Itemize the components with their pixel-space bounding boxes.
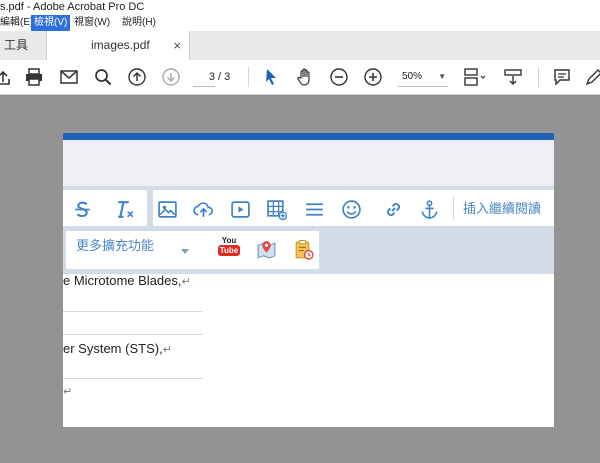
document-line-text: e Microtome Blades, xyxy=(63,273,182,288)
page-up-icon[interactable] xyxy=(126,66,148,88)
tab-document-label: images.pdf xyxy=(91,38,150,52)
hand-icon[interactable] xyxy=(294,66,316,88)
format-button-group xyxy=(63,190,147,226)
zoom-out-icon[interactable] xyxy=(328,66,350,88)
tab-close-icon[interactable]: × xyxy=(173,31,181,60)
anchor-icon[interactable] xyxy=(418,198,440,220)
total-pages: / 3 xyxy=(218,71,231,83)
document-line: ↵ xyxy=(63,383,72,398)
title-bar: s.pdf - Adobe Acrobat Pro DC xyxy=(0,0,600,15)
paragraph-mark: ↵ xyxy=(181,276,191,288)
table-border xyxy=(63,378,203,379)
tab-document[interactable]: images.pdf × xyxy=(46,31,190,61)
document-line-text: er System (STS), xyxy=(63,341,163,356)
email-icon[interactable] xyxy=(58,66,80,88)
table-icon[interactable] xyxy=(265,198,287,220)
clear-format-icon[interactable] xyxy=(113,198,135,220)
clipboard-schedule-icon[interactable] xyxy=(292,238,314,260)
zoom-value: 50% xyxy=(402,71,423,82)
page-header-band xyxy=(63,140,554,186)
emoji-icon[interactable] xyxy=(340,198,362,220)
extensions-group: 更多擴充功能 You Tube xyxy=(66,231,319,269)
main-toolbar: 3 / 3 50% ▼ xyxy=(0,60,600,95)
menu-window[interactable]: 視窗(W) xyxy=(71,15,113,31)
insert-button-group: 插入繼續閱讀 xyxy=(153,190,554,226)
toolbar-divider xyxy=(453,196,454,220)
strikethrough-icon[interactable] xyxy=(71,198,93,220)
toolbar-divider xyxy=(538,67,539,87)
page-header-bar xyxy=(63,133,554,140)
tab-bar: 工具 images.pdf × xyxy=(0,31,600,61)
select-cursor-icon[interactable] xyxy=(260,66,282,88)
toolbar-divider xyxy=(248,67,249,87)
link-icon[interactable] xyxy=(382,198,404,220)
search-icon[interactable] xyxy=(92,66,114,88)
zoom-in-icon[interactable] xyxy=(362,66,384,88)
image-icon[interactable] xyxy=(156,198,178,220)
insert-continue-reading-link[interactable]: 插入繼續閱讀 xyxy=(463,190,541,228)
document-line: e Microtome Blades,↵ xyxy=(63,273,191,288)
chevron-down-icon xyxy=(181,242,189,260)
share-icon[interactable] xyxy=(0,66,14,88)
paragraph-mark: ↵ xyxy=(63,386,73,398)
horizontal-rule-icon[interactable] xyxy=(303,198,325,220)
map-location-icon[interactable] xyxy=(255,238,277,260)
menu-help[interactable]: 說明(H) xyxy=(119,15,159,31)
video-icon[interactable] xyxy=(229,198,251,220)
window-title: s.pdf - Adobe Acrobat Pro DC xyxy=(0,1,145,13)
youtube-icon-bottom: Tube xyxy=(218,245,240,256)
pdf-page: 插入繼續閱讀 更多擴充功能 You Tube e Microtome Blade… xyxy=(63,133,554,427)
menu-view[interactable]: 檢視(V) xyxy=(31,15,71,31)
table-border xyxy=(63,334,203,335)
chevron-down-icon: ▼ xyxy=(438,72,446,81)
pen-icon[interactable] xyxy=(583,66,600,88)
print-icon[interactable] xyxy=(23,66,45,88)
page-layout-icon[interactable] xyxy=(460,66,490,88)
document-line: er System (STS),↵ xyxy=(63,341,172,356)
editor-toolbar: 插入繼續閱讀 xyxy=(63,186,554,231)
zoom-select[interactable]: 50% ▼ xyxy=(398,68,448,87)
scrolling-mode-icon[interactable] xyxy=(502,66,524,88)
menu-bar: 編輯(E) 檢視(V) 視窗(W) 說明(H) xyxy=(0,15,600,31)
page-down-icon[interactable] xyxy=(160,66,182,88)
comment-icon[interactable] xyxy=(551,66,573,88)
extensions-bar: 更多擴充功能 You Tube xyxy=(63,231,554,274)
paragraph-mark: ↵ xyxy=(162,344,172,356)
tab-tools[interactable]: 工具 xyxy=(0,31,50,60)
upload-icon[interactable] xyxy=(192,198,214,220)
more-extensions-dropdown[interactable]: 更多擴充功能 xyxy=(76,231,154,261)
youtube-icon[interactable]: You Tube xyxy=(218,236,240,260)
youtube-icon-top: You xyxy=(221,236,237,245)
current-page-input[interactable]: 3 xyxy=(193,68,215,87)
table-border xyxy=(63,311,203,312)
